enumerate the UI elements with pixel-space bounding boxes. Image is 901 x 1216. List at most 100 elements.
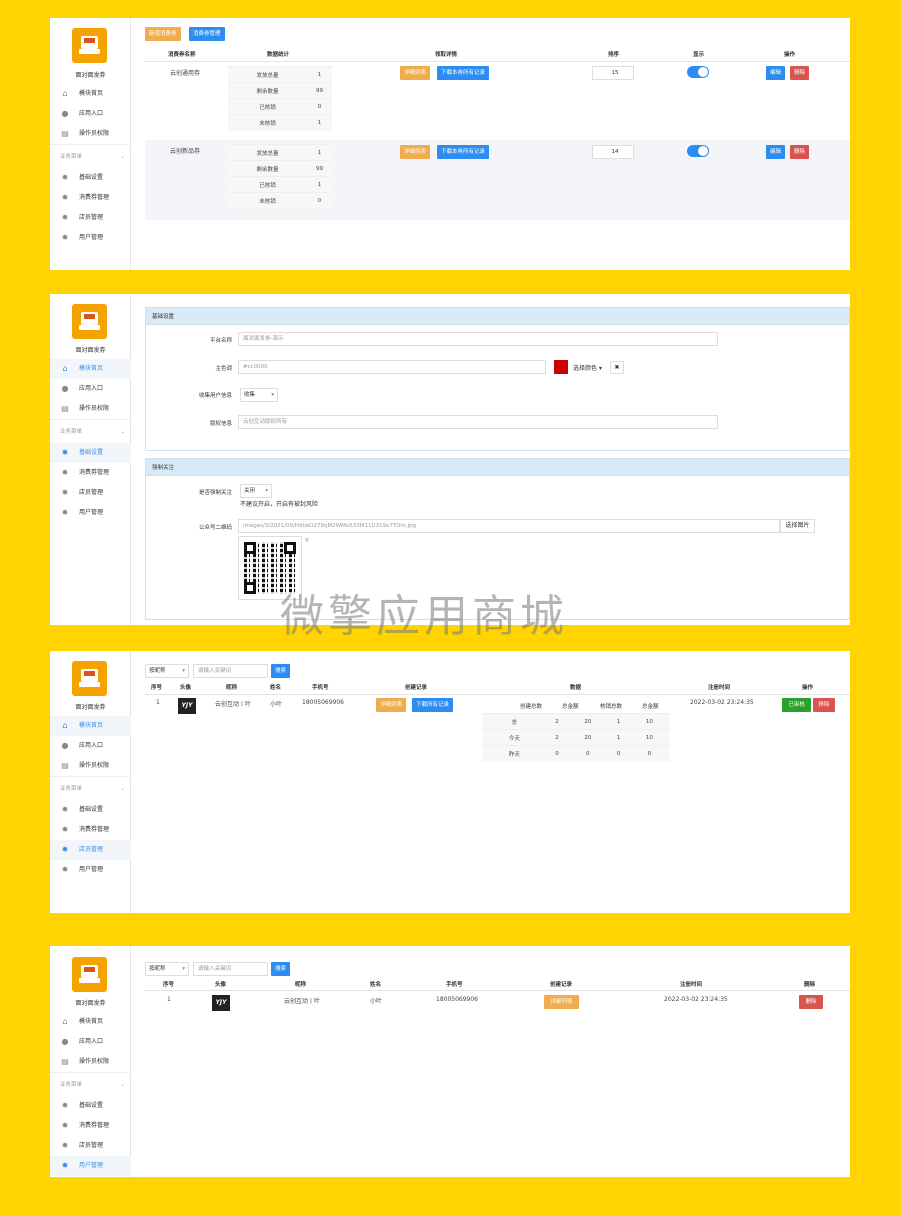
nav-user[interactable]: ✹ 用户管理 (50, 860, 131, 880)
nav-app[interactable]: ● 应用入口 (50, 736, 131, 756)
nav-perm[interactable]: ▤ 操作员权限 (50, 399, 131, 419)
detail-button[interactable]: 详细列表 (400, 66, 431, 80)
sidebar: 面对面发券 ⌂ 模块首页 ● 应用入口 ▤ 操作员权限 业务菜单 ⌄ ✹ 基础设置 ✹ 消费… (50, 946, 131, 1177)
panel-store-staff: 面对面发券 ⌂ 模块首页 ● 应用入口 ▤ 操作员权限 业务菜单 ⌄ ✹ 基础设置 ✹ 消费… (50, 651, 850, 913)
download-button[interactable]: 下载所有记录 (412, 698, 454, 712)
row-name: 小叶 (270, 701, 283, 708)
nav-user[interactable]: ✹ 用户管理 (50, 503, 131, 523)
qr-path-input[interactable]: images/3/2021/09/HdtwO279qM2WMo533M11U31… (238, 519, 780, 533)
nav-app[interactable]: ● 应用入口 (50, 104, 131, 124)
nav-app[interactable]: ● 应用入口 (50, 379, 131, 399)
col-nick: 昵称 (295, 982, 307, 988)
nav-store[interactable]: ✹ 店员管理 (50, 483, 131, 503)
platform-input[interactable]: 面对面发券-演示 (238, 332, 718, 346)
search-input[interactable]: 请输入关键词 (193, 664, 268, 678)
detail-button[interactable]: 详细列表 (544, 995, 579, 1009)
search-button[interactable]: 搜索 (271, 664, 291, 678)
gear-icon: ✹ (61, 805, 69, 814)
color-input[interactable]: #cc0000 (238, 360, 546, 374)
nav-basic[interactable]: ✹ 基础设置 (50, 800, 131, 820)
nav-store[interactable]: ✹ 店员管理 (50, 1136, 131, 1156)
add-coupon-button[interactable]: 新增消费券 (145, 27, 181, 41)
nav-home[interactable]: ⌂ 模块首页 (50, 716, 131, 736)
nav-coupon[interactable]: ✹ 消费券管理 (50, 463, 131, 483)
qr-corner (244, 582, 256, 594)
color-swatch[interactable] (554, 360, 568, 374)
search-input[interactable]: 请输入关键词 (193, 962, 268, 976)
col-detail: 领取详情 (435, 52, 458, 58)
nav-home[interactable]: ⌂ 模块首页 (50, 84, 131, 104)
nav-app[interactable]: ● 应用入口 (50, 1032, 131, 1052)
detail-button[interactable]: 详细列表 (376, 698, 407, 712)
gear-icon: ✹ (61, 508, 69, 517)
nav-home[interactable]: ⌂ 模块首页 (50, 1012, 131, 1032)
search-button[interactable]: 搜索 (271, 962, 291, 976)
col-name: 姓名 (370, 982, 382, 988)
home-icon: ⌂ (62, 364, 68, 373)
nav-coupon[interactable]: ✹ 消费券管理 (50, 188, 131, 208)
nav-group[interactable]: 业务菜单 ⌄ (50, 1072, 131, 1096)
edit-button[interactable]: 编辑 (766, 66, 786, 80)
force-select[interactable]: 关闭 ▾ (240, 484, 272, 498)
panel-basic-settings: 面对面发券 ⌂ 模块首页 ● 应用入口 ▤ 操作员权限 业务菜单 ⌄ ✹ 基础设置 ✹ 消费… (50, 294, 850, 625)
nav-coupon[interactable]: ✹ 消费券管理 (50, 820, 131, 840)
edit-button[interactable]: 编辑 (766, 145, 786, 159)
delete-button[interactable]: 删除 (790, 145, 810, 159)
detail-button[interactable]: 详细列表 (400, 145, 431, 159)
col-data: 数据 (570, 685, 582, 691)
nav-perm[interactable]: ▤ 操作员权限 (50, 756, 131, 776)
download-button[interactable]: 下载本券所有记录 (437, 66, 490, 80)
sort-input[interactable]: 14 (592, 145, 634, 159)
home-icon: ⌂ (62, 1017, 68, 1026)
show-toggle[interactable] (687, 145, 709, 157)
row-nick: 云创互动丨叶 (284, 998, 321, 1005)
coupon-stats: 发放总量 1 剩余数量 99 已核销 1 未核销 0 (228, 144, 332, 209)
sort-input[interactable]: 15 (592, 66, 634, 80)
nav-group[interactable]: 业务菜单 ⌄ (50, 144, 131, 168)
filter-select[interactable]: 按昵称 ▾ (145, 664, 189, 678)
qr-corner (244, 542, 256, 554)
manage-coupon-button[interactable]: 消费券管理 (189, 27, 225, 41)
chat-icon: ● (61, 109, 69, 118)
nav-user[interactable]: ✹ 用户管理 (50, 228, 131, 248)
brand-name: 面对面发券 (75, 347, 106, 354)
chat-icon: ● (61, 384, 69, 393)
delete-button[interactable]: 删除 (790, 66, 810, 80)
nav-group[interactable]: 业务菜单 ⌄ (50, 419, 131, 443)
stat-table: 总 2 20 1 10 今天 2 20 1 10 昨天 0 0 0 0 (482, 713, 670, 762)
copyright-input[interactable]: 云创互动版权所有 (238, 415, 718, 429)
row-phone: 18005069906 (302, 699, 344, 706)
nav-basic[interactable]: ✹ 基础设置 (50, 1096, 131, 1116)
show-toggle[interactable] (687, 66, 709, 78)
nav-home[interactable]: ⌂ 模块首页 (50, 359, 131, 379)
approved-button[interactable]: 已审核 (782, 698, 811, 712)
nav-group[interactable]: 业务菜单 ⌄ (50, 776, 131, 800)
close-icon[interactable]: ✖ (610, 361, 624, 374)
color-picker-button[interactable]: 选择颜色 ▾ (573, 363, 602, 372)
gear-icon: ✹ (61, 1101, 69, 1110)
coupon-name: 云创通用券 (170, 70, 201, 77)
download-button[interactable]: 下载本券所有记录 (437, 145, 490, 159)
nav-basic[interactable]: ✹ 基础设置 (50, 443, 131, 463)
remove-image-icon[interactable]: × (304, 536, 310, 544)
remove-button[interactable]: 移除 (813, 698, 835, 712)
gear-icon: ✹ (61, 213, 69, 222)
nav-basic[interactable]: ✹ 基础设置 (50, 168, 131, 188)
brand-name: 面对面发券 (75, 72, 106, 79)
nav-coupon[interactable]: ✹ 消费券管理 (50, 1116, 131, 1136)
platform-label: 平台名称 (209, 338, 232, 344)
nav-perm[interactable]: ▤ 操作员权限 (50, 124, 131, 144)
nav-store[interactable]: ✹ 店员管理 (50, 208, 131, 228)
collect-select[interactable]: 收集 ▾ (240, 388, 278, 402)
brand-name: 面对面发券 (75, 704, 106, 711)
delete-button[interactable]: 删除 (799, 995, 823, 1009)
gear-icon: ✹ (61, 1141, 69, 1150)
filter-select[interactable]: 按昵称 ▾ (145, 962, 189, 976)
choose-image-button[interactable]: 选择图片 (780, 519, 815, 533)
nav-perm[interactable]: ▤ 操作员权限 (50, 1052, 131, 1072)
nav-user[interactable]: ✹ 用户管理 (50, 1156, 131, 1176)
nav-store[interactable]: ✹ 店员管理 (50, 840, 131, 860)
col-phone: 手机号 (446, 982, 463, 988)
col-avatar: 头像 (215, 982, 227, 988)
panel-user-management: 面对面发券 ⌂ 模块首页 ● 应用入口 ▤ 操作员权限 业务菜单 ⌄ ✹ 基础设置 ✹ 消费… (50, 946, 850, 1177)
